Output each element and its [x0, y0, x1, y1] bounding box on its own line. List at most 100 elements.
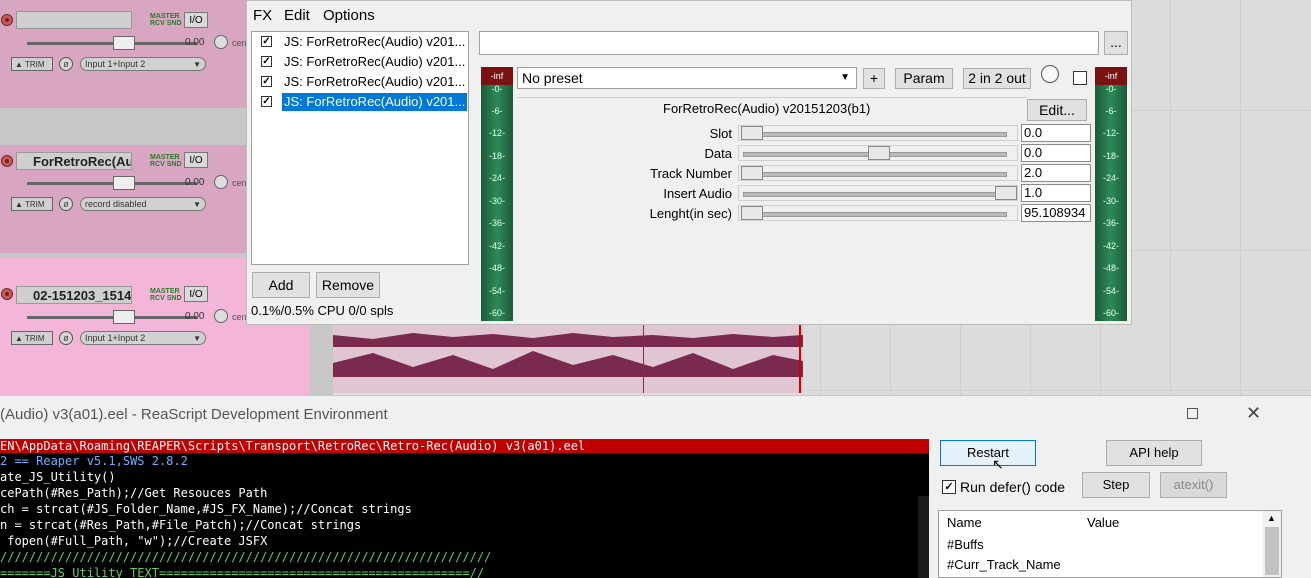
volume-fader-thumb[interactable] [113, 36, 135, 50]
step-button[interactable]: Step [1082, 472, 1150, 498]
pan-knob[interactable] [214, 309, 228, 323]
phase-icon[interactable]: ø [59, 57, 73, 71]
atexit-button[interactable]: atexit() [1160, 472, 1227, 498]
menu-options[interactable]: Options [323, 7, 375, 24]
meter-tick: -60- [488, 308, 505, 318]
param-value[interactable]: 95.108934 [1021, 204, 1091, 222]
trim-button[interactable]: ▲ TRIM [11, 197, 53, 211]
volume-fader[interactable] [27, 42, 197, 45]
maximize-icon[interactable] [1187, 408, 1198, 419]
phase-icon[interactable]: ø [59, 331, 73, 345]
io-button[interactable]: I/O [184, 12, 208, 28]
fx-chain-list[interactable]: ✓ JS: ForRetroRec(Audio) v201... ✓ JS: F… [251, 31, 469, 265]
meter-peak: -inf [481, 67, 513, 85]
param-slider[interactable] [738, 145, 1018, 161]
trim-button[interactable]: ▲ TRIM [11, 331, 53, 345]
menu-edit[interactable]: Edit [284, 7, 310, 24]
variable-row[interactable]: #Curr_Track_Name [947, 557, 1061, 572]
fx-chain-item-selected[interactable]: ✓ JS: ForRetroRec(Audio) v201... [254, 93, 468, 111]
io-button[interactable]: I/O [184, 286, 208, 302]
record-arm-button[interactable] [1, 155, 13, 167]
slider-thumb[interactable] [741, 166, 763, 180]
param-button[interactable]: Param [895, 68, 953, 89]
variable-scrollbar[interactable]: ▲ [1263, 511, 1281, 577]
param-value[interactable]: 1.0 [1021, 184, 1091, 202]
fx-chain-item[interactable]: ✓ JS: ForRetroRec(Audio) v201... [254, 73, 466, 91]
meter-tick: -30- [488, 196, 505, 206]
param-value[interactable]: 0.0 [1021, 124, 1091, 142]
add-preset-button[interactable]: + [863, 68, 885, 89]
io-routing-button[interactable]: 2 in 2 out [963, 68, 1031, 89]
phase-icon[interactable]: ø [59, 197, 73, 211]
plugin-title: ForRetroRec(Audio) v20151203(b1) [663, 101, 871, 116]
param-slider[interactable] [738, 205, 1018, 221]
input-select[interactable]: Input 1+Input 2 ▼ [80, 331, 206, 345]
fx-chain-item[interactable]: ✓ JS: ForRetroRec(Audio) v201... [254, 53, 466, 71]
meter-tick: -24- [1102, 173, 1119, 183]
meter-tick: -6- [491, 106, 503, 116]
pan-label: cen [232, 312, 247, 322]
param-value[interactable]: 2.0 [1021, 164, 1091, 182]
add-fx-button[interactable]: Add [252, 272, 310, 298]
code-editor[interactable]: EN\AppData\Roaming\REAPER\Scripts\Transp… [0, 439, 929, 578]
wet-knob[interactable] [1041, 65, 1059, 83]
remove-fx-button[interactable]: Remove [316, 272, 380, 298]
pan-label: cen [232, 178, 247, 188]
fx-chain-item[interactable]: ✓ JS: ForRetroRec(Audio) v201... [254, 33, 466, 51]
preset-select[interactable]: No preset ▼ [517, 67, 857, 89]
enable-checkbox[interactable]: ✓ [261, 96, 272, 107]
param-label: Lenght(in sec) [649, 206, 732, 221]
meter-tick: -54- [488, 286, 505, 296]
run-defer-checkbox[interactable]: ✓ [942, 480, 956, 494]
input-select[interactable]: record disabled ▼ [80, 197, 206, 211]
record-arm-button[interactable] [1, 14, 13, 26]
track-name[interactable]: 02-151203_1514 [16, 286, 132, 304]
slider-thumb[interactable] [741, 206, 763, 220]
trim-icon: ▲ [15, 60, 25, 69]
input-select[interactable]: Input 1+Input 2 ▼ [80, 57, 206, 71]
trim-button[interactable]: ▲ TRIM [11, 57, 53, 71]
param-slider[interactable] [738, 125, 1018, 141]
slider-thumb[interactable] [868, 146, 890, 160]
meter-tick: -12- [488, 128, 505, 138]
track-name[interactable]: ForRetroRec(Au [16, 152, 132, 170]
grid-line [1240, 0, 1241, 400]
pan-knob[interactable] [214, 35, 228, 49]
close-icon[interactable]: ✕ [1246, 403, 1261, 424]
column-header-value[interactable]: Value [1087, 515, 1119, 530]
param-label: Data [704, 146, 732, 161]
enable-checkbox[interactable]: ✓ [261, 76, 272, 87]
menu-fx[interactable]: FX [253, 7, 272, 24]
volume-fader[interactable] [27, 182, 197, 185]
edit-button[interactable]: Edit... [1027, 99, 1087, 121]
browse-button[interactable]: ... [1104, 31, 1128, 55]
chevron-up-icon[interactable]: ▲ [1267, 513, 1276, 523]
slider-thumb[interactable] [995, 186, 1017, 200]
slider-thumb[interactable] [741, 126, 763, 140]
meter-tick: -24- [488, 173, 505, 183]
grid-line [1170, 0, 1171, 400]
variable-list[interactable]: Name Value #Buffs #Curr_Track_Name ▲ [938, 510, 1282, 578]
restart-button[interactable]: Restart [940, 440, 1036, 466]
code-scrollbar[interactable] [918, 496, 929, 578]
enable-checkbox[interactable]: ✓ [261, 36, 272, 47]
meter-tick: -0- [491, 84, 503, 94]
fx-name-field[interactable] [479, 31, 1099, 55]
volume-fader-thumb[interactable] [113, 310, 135, 324]
column-header-name[interactable]: Name [947, 515, 982, 530]
api-help-button[interactable]: API help [1106, 440, 1202, 466]
param-value[interactable]: 0.0 [1021, 144, 1091, 162]
scroll-thumb[interactable] [1265, 527, 1279, 575]
pan-knob[interactable] [214, 175, 228, 189]
variable-row[interactable]: #Buffs [947, 537, 984, 552]
io-button[interactable]: I/O [184, 152, 208, 168]
param-slider[interactable] [738, 185, 1018, 201]
track-name[interactable] [16, 11, 132, 29]
media-item[interactable] [333, 325, 803, 393]
volume-fader-thumb[interactable] [113, 176, 135, 190]
enable-checkbox[interactable]: ✓ [261, 56, 272, 67]
volume-fader[interactable] [27, 316, 197, 319]
record-arm-button[interactable] [1, 288, 13, 300]
bypass-checkbox[interactable] [1073, 71, 1087, 85]
param-slider[interactable] [738, 165, 1018, 181]
